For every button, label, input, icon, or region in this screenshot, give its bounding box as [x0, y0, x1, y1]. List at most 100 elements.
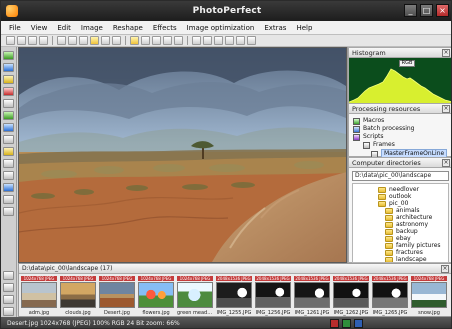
tree-item-macros[interactable]: Macros [353, 117, 451, 125]
main-image-view[interactable] [18, 47, 347, 263]
text-icon[interactable] [174, 36, 183, 45]
thumbnail-item[interactable]: 1024x768 JPEG adm.jpg [21, 276, 57, 316]
status-green-icon[interactable] [342, 319, 351, 328]
directory-item[interactable]: animals [353, 207, 448, 214]
directory-item[interactable]: outlook [353, 193, 448, 200]
status-red-icon[interactable] [330, 319, 339, 328]
menu-reshape[interactable]: Reshape [113, 21, 143, 34]
thumbnail-label: IMG_1261.JPG [294, 310, 330, 316]
menu-extras[interactable]: Extras [264, 21, 286, 34]
redo-icon[interactable] [68, 36, 77, 45]
thumbnail-item[interactable]: 1024x768 JPEG clouds.jpg [60, 276, 96, 316]
status-blue-icon[interactable] [354, 319, 363, 328]
resize-icon[interactable] [112, 36, 121, 45]
thumb-down-icon[interactable] [3, 283, 14, 292]
directory-tree[interactable]: needlover outlook pic_00 animals archite… [352, 183, 449, 263]
menu-effects[interactable]: Effects [153, 21, 177, 34]
rotate-tool-icon[interactable] [3, 195, 14, 204]
maximize-button[interactable]: □ [420, 4, 433, 17]
processing-header: Processing resources × [349, 104, 451, 114]
select-tool-icon[interactable] [3, 51, 14, 60]
folder-icon [385, 242, 393, 249]
thumb-up-icon[interactable] [3, 271, 14, 280]
menu-image[interactable]: Image [81, 21, 103, 34]
save-icon[interactable] [28, 36, 37, 45]
thumbnail-item[interactable]: 1024x768 JPEG snow.jpg [411, 276, 447, 316]
shape-tool-icon[interactable] [3, 135, 14, 144]
thumb-sort-icon[interactable] [3, 307, 14, 316]
redeye-tool-icon[interactable] [3, 87, 14, 96]
menu-view[interactable]: View [31, 21, 48, 34]
crop-icon[interactable] [79, 36, 88, 45]
help-icon[interactable] [247, 36, 256, 45]
directory-item[interactable]: pic_00 [353, 200, 448, 207]
menu-edit[interactable]: Edit [57, 21, 71, 34]
directories-close-icon[interactable]: × [442, 159, 450, 167]
processing-close-icon[interactable]: × [442, 105, 450, 113]
zoom-in-icon[interactable] [192, 36, 201, 45]
tree-item-frames[interactable]: Frames [353, 141, 451, 149]
clone-tool-icon[interactable] [3, 111, 14, 120]
compare-icon[interactable] [225, 36, 234, 45]
thumbnail-item[interactable]: 2048x1536 JPEG IMG_1262.JPG [333, 276, 369, 316]
thumbnail-item[interactable]: 2048x1536 JPEG IMG_1265.JPG [372, 276, 408, 316]
thumbnail-close-icon[interactable]: × [441, 265, 449, 273]
picker-tool-icon[interactable] [3, 159, 14, 168]
directory-item[interactable]: architecture [353, 214, 448, 221]
menu-help[interactable]: Help [296, 21, 312, 34]
thumb-view-icon[interactable] [3, 295, 14, 304]
fit-icon[interactable] [214, 36, 223, 45]
tree-item-batch-processing[interactable]: Batch processing [353, 125, 451, 133]
undo-icon[interactable] [57, 36, 66, 45]
thumbnail-item[interactable]: 2048x1536 JPEG IMG_1256.JPG [255, 276, 291, 316]
directory-item[interactable]: fractures [353, 249, 448, 256]
print-icon[interactable] [39, 36, 48, 45]
contrast-icon[interactable] [141, 36, 150, 45]
frame-icon[interactable] [163, 36, 172, 45]
open-icon[interactable] [17, 36, 26, 45]
new-icon[interactable] [6, 36, 15, 45]
thumbnail-info: 1024x768 JPEG [60, 276, 96, 281]
directory-label: architecture [396, 214, 433, 221]
zoom-out-icon[interactable] [203, 36, 212, 45]
effect-icon[interactable] [90, 36, 99, 45]
brightness-icon[interactable] [130, 36, 139, 45]
thumbnail-info: 1024x768 JPEG [177, 276, 213, 281]
menu-file[interactable]: File [9, 21, 21, 34]
directory-item[interactable]: astronomy [353, 221, 448, 228]
directory-item[interactable]: needlover [353, 186, 448, 193]
fill-tool-icon[interactable] [3, 147, 14, 156]
directory-item[interactable]: landscape [353, 256, 448, 262]
thumbnail-image-night5 [372, 282, 408, 308]
thumbnail-item[interactable]: 1024x768 JPEG green meadow.jpg [177, 276, 213, 316]
crop-tool-icon[interactable] [3, 75, 14, 84]
histogram-channel-select[interactable]: RGB [399, 60, 415, 67]
tree-item-scripts[interactable]: Scripts [353, 133, 451, 141]
tree-item-label: Scripts [363, 133, 384, 140]
thumbnail-item[interactable]: 1024x768 JPEG flowers.jpg [138, 276, 174, 316]
thumbnail-item[interactable]: 2048x1536 JPEG IMG_1261.JPG [294, 276, 330, 316]
hand-tool-icon[interactable] [3, 183, 14, 192]
thumbnail-item[interactable]: 1024x768 JPEG Desert.jpg [99, 276, 135, 316]
zoom-tool-icon[interactable] [3, 171, 14, 180]
histogram-close-icon[interactable]: × [442, 49, 450, 57]
move-tool-icon[interactable] [3, 63, 14, 72]
folder-icon [385, 228, 393, 235]
settings-icon[interactable] [236, 36, 245, 45]
directory-item[interactable]: backup [353, 228, 448, 235]
color-icon[interactable] [152, 36, 161, 45]
directory-item[interactable]: family pictures [353, 242, 448, 249]
brush-tool-icon[interactable] [3, 99, 14, 108]
rotate-icon[interactable] [101, 36, 110, 45]
thumbnail-item[interactable]: 2048x1536 JPEG IMG_1255.JPG [216, 276, 252, 316]
close-button[interactable]: × [436, 4, 449, 17]
thumbnail-info: 1024x768 JPEG [411, 276, 447, 281]
directory-path-field[interactable]: D:\data\pic_00\landscape [352, 171, 449, 181]
directory-item[interactable]: ebay [353, 235, 448, 242]
menu-image-optimization[interactable]: Image optimization [187, 21, 255, 34]
blur-tool-icon[interactable] [3, 207, 14, 216]
text-tool-icon[interactable] [3, 123, 14, 132]
directory-label: animals [396, 207, 420, 214]
minimize-button[interactable]: _ [404, 4, 417, 17]
thumbnail-label: flowers.jpg [142, 310, 170, 316]
